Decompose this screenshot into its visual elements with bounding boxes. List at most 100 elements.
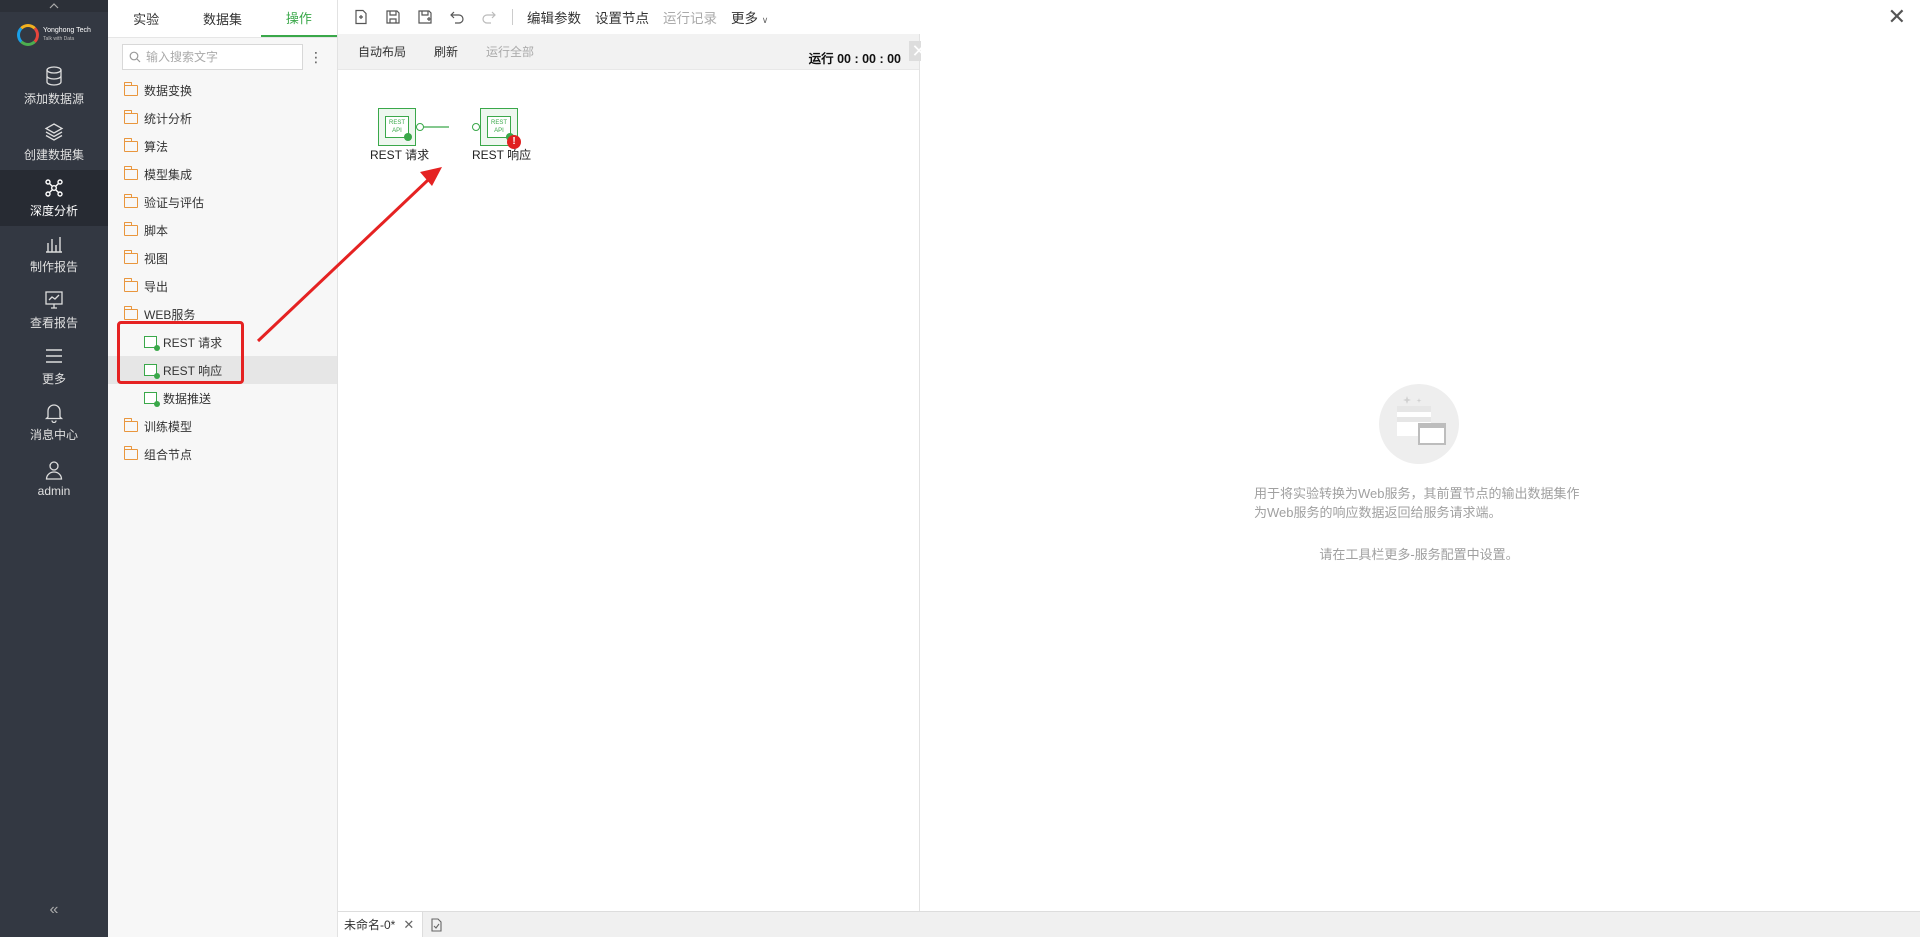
flow-connector: [419, 126, 449, 128]
nav-item-create-dataset[interactable]: 创建数据集: [0, 114, 108, 170]
user-icon: [45, 460, 63, 480]
output-port[interactable]: [416, 123, 424, 131]
tree-folder-statistics[interactable]: 统计分析: [108, 104, 337, 132]
folder-icon: [123, 137, 138, 152]
tree-label: 组合节点: [144, 447, 193, 462]
folder-icon: [123, 417, 138, 432]
tab-close-icon[interactable]: ✕: [403, 917, 414, 933]
main-toolbar: 编辑参数 设置节点 运行记录 更多 ∨ ✕: [338, 0, 1920, 34]
folder-icon: [123, 193, 138, 208]
nav-item-more[interactable]: 更多: [0, 338, 108, 394]
edit-params-button[interactable]: 编辑参数: [527, 7, 581, 27]
experiment-canvas[interactable]: 自动布局 刷新 运行全部 运行 00 : 00 : 00 ✕ REST API …: [338, 34, 929, 911]
more-menu-button[interactable]: 更多 ∨: [731, 7, 768, 27]
nav-label: 深度分析: [29, 204, 78, 218]
toolbar-divider: [512, 9, 513, 25]
chevron-down-icon: ∨: [761, 15, 769, 25]
folder-icon: [123, 305, 138, 320]
tree-node-rest-response[interactable]: REST 响应: [108, 356, 337, 384]
input-port[interactable]: [472, 123, 480, 131]
tree-label: 统计分析: [144, 111, 193, 126]
chevron-up-icon[interactable]: [0, 0, 108, 12]
tree-folder-view[interactable]: 视图: [108, 244, 337, 272]
tree-folder-data-transform[interactable]: 数据变换: [108, 76, 337, 104]
tab-experiment[interactable]: 实验: [108, 0, 184, 37]
folder-icon: [123, 221, 138, 236]
run-log-button[interactable]: 运行记录: [663, 7, 717, 27]
nav-label: 添加数据源: [23, 92, 84, 106]
tree-label: 数据推送: [163, 391, 212, 406]
document-tab-bar: 未命名-0* ✕: [338, 911, 1920, 937]
empty-state-illustration-icon: [1379, 384, 1459, 464]
nav-item-add-datasource[interactable]: 添加数据源: [0, 58, 108, 114]
double-chevron-left-icon[interactable]: «: [0, 901, 108, 919]
folder-icon: [123, 109, 138, 124]
left-nav: Yonghong Tech Talk with Data 添加数据源 创建数据集…: [0, 0, 108, 937]
logo-ring-icon: [17, 24, 40, 46]
tree-folder-validation[interactable]: 验证与评估: [108, 188, 337, 216]
nav-label: 创建数据集: [23, 148, 84, 162]
undo-icon[interactable]: [448, 8, 466, 26]
folder-icon: [123, 445, 138, 460]
graph-nodes-icon: [45, 179, 63, 197]
tree-label: 算法: [144, 139, 169, 154]
tree-folder-combined-node[interactable]: 组合节点: [108, 440, 337, 468]
menu-icon: [46, 349, 62, 363]
tree-label: REST 请求: [163, 335, 223, 350]
tree-label: 模型集成: [144, 167, 193, 182]
config-hint: 请在工具栏更多-服务配置中设置。: [1319, 547, 1519, 562]
redo-icon[interactable]: [480, 8, 498, 26]
nav-label: admin: [37, 483, 71, 498]
kebab-menu-icon[interactable]: ⋮: [309, 49, 323, 66]
tree-node-rest-request[interactable]: REST 请求: [108, 328, 337, 356]
monitor-chart-icon: [45, 291, 63, 309]
brand-tagline: Talk with Data: [43, 36, 75, 42]
nav-item-view-report[interactable]: 查看报告: [0, 282, 108, 338]
tree-folder-export[interactable]: 导出: [108, 272, 337, 300]
tree-label: 脚本: [144, 223, 169, 238]
tab-operations[interactable]: 操作: [260, 0, 337, 37]
nav-item-make-report[interactable]: 制作报告: [0, 226, 108, 282]
tree-node-data-push[interactable]: 数据推送: [108, 384, 337, 412]
doc-tab-label: 未命名-0*: [344, 918, 396, 932]
new-document-icon[interactable]: [352, 8, 370, 26]
add-document-icon[interactable]: [423, 917, 449, 932]
tree-folder-web-service[interactable]: WEB服务: [108, 300, 337, 328]
flow-node-label: REST 响应: [472, 148, 532, 162]
nav-item-message-center[interactable]: 消息中心: [0, 394, 108, 450]
brand-logo: Yonghong Tech Talk with Data: [0, 12, 108, 58]
tree-folder-algorithm[interactable]: 算法: [108, 132, 337, 160]
tree-label: 数据变换: [144, 83, 193, 98]
search-icon: [129, 51, 141, 63]
search-box: [122, 44, 303, 70]
doc-tab-untitled[interactable]: 未命名-0* ✕: [338, 911, 424, 937]
save-icon[interactable]: [384, 8, 402, 26]
nav-item-deep-analysis[interactable]: 深度分析: [0, 170, 108, 226]
search-input[interactable]: [146, 50, 296, 64]
more-label: 更多: [731, 11, 758, 26]
tree-label: 视图: [144, 251, 169, 266]
rest-node-icon: [144, 336, 160, 351]
save-as-icon[interactable]: [416, 8, 434, 26]
close-icon[interactable]: ✕: [1888, 6, 1906, 28]
nav-item-user[interactable]: admin: [0, 450, 108, 506]
layers-icon: [44, 123, 64, 141]
folder-icon: [123, 81, 138, 96]
tree-folder-script[interactable]: 脚本: [108, 216, 337, 244]
folder-icon: [123, 249, 138, 264]
tree-folder-train-model[interactable]: 训练模型: [108, 412, 337, 440]
tree-label: 验证与评估: [144, 195, 205, 210]
nav-label: 消息中心: [29, 428, 78, 442]
rest-api-icon: REST API: [487, 116, 514, 141]
database-icon: [46, 66, 62, 86]
tree-label: WEB服务: [144, 307, 196, 322]
flow-node-rest-request[interactable]: REST API: [378, 108, 416, 146]
brand-name: Yonghong Tech: [43, 27, 91, 34]
rest-api-icon: REST API: [385, 116, 412, 141]
bar-chart-icon: [46, 237, 62, 253]
set-node-button[interactable]: 设置节点: [595, 7, 649, 27]
tree-label: 导出: [144, 279, 169, 294]
tab-dataset[interactable]: 数据集: [184, 0, 260, 37]
tree-folder-model-ensemble[interactable]: 模型集成: [108, 160, 337, 188]
node-description: 用于将实验转换为Web服务，其前置节点的输出数据集作为Web服务的响应数据返回给…: [1254, 486, 1580, 520]
